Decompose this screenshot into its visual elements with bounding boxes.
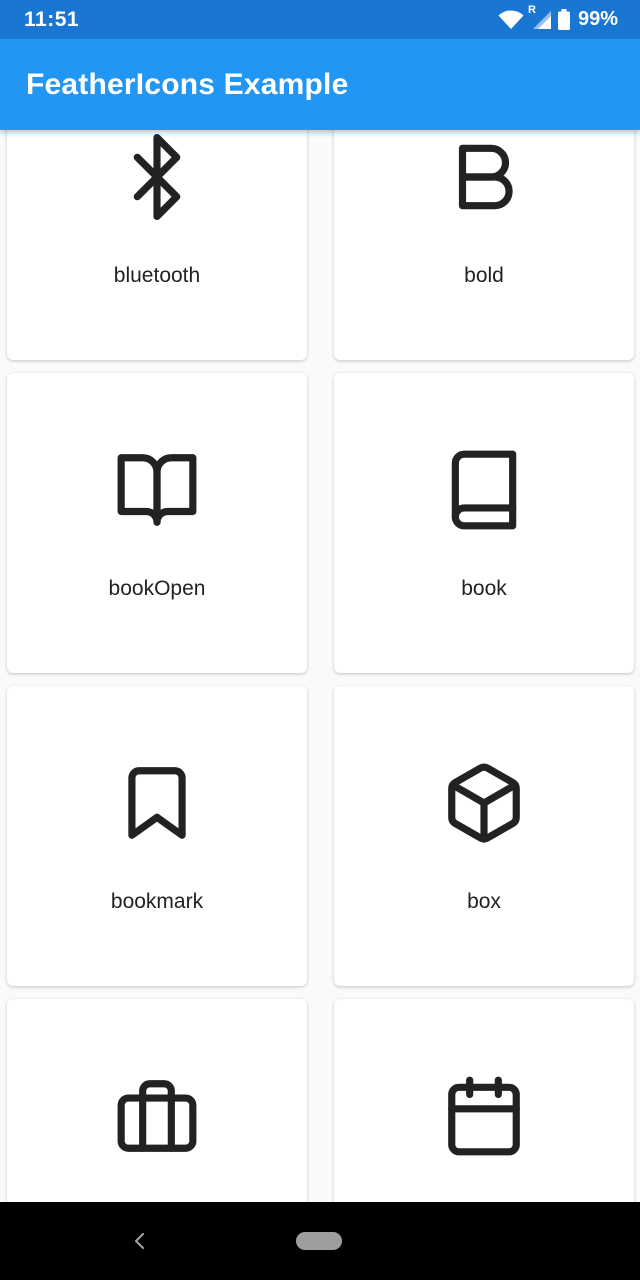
box-icon bbox=[448, 763, 520, 843]
app-title: FeatherIcons Example bbox=[26, 67, 349, 101]
battery-icon bbox=[557, 9, 570, 30]
book-open-icon bbox=[117, 454, 197, 526]
icon-card-calendar[interactable] bbox=[334, 999, 634, 1202]
icon-card-box[interactable]: box bbox=[334, 686, 634, 986]
status-bar: 11:51 R 99% bbox=[0, 0, 640, 39]
status-indicators: R 99% bbox=[498, 4, 618, 31]
icon-card-label: bookmark bbox=[110, 890, 204, 913]
bluetooth-icon bbox=[133, 134, 181, 220]
cell-signal-icon: R bbox=[528, 4, 552, 30]
icon-card-bluetooth[interactable]: bluetooth bbox=[7, 130, 307, 360]
home-pill[interactable] bbox=[296, 1232, 342, 1250]
icon-card-label: box bbox=[467, 890, 501, 913]
icon-card-book-open[interactable]: bookOpen bbox=[7, 373, 307, 673]
navigation-bar bbox=[0, 1202, 640, 1280]
icon-card-briefcase[interactable] bbox=[7, 999, 307, 1202]
icon-card-label: book bbox=[461, 577, 507, 600]
book-icon bbox=[451, 450, 517, 530]
battery-percent: 99% bbox=[577, 8, 618, 30]
icon-grid-viewport[interactable]: bluetooth bold bookOpen book bookmark bo… bbox=[0, 130, 640, 1202]
back-icon[interactable] bbox=[128, 1229, 150, 1253]
icon-card-label: bluetooth bbox=[113, 264, 201, 287]
wifi-icon bbox=[498, 9, 524, 29]
app-bar: FeatherIcons Example bbox=[0, 39, 640, 130]
icon-grid: bluetooth bold bookOpen book bookmark bo… bbox=[7, 130, 634, 1202]
icon-card-book[interactable]: book bbox=[334, 373, 634, 673]
bookmark-icon bbox=[128, 767, 186, 839]
calendar-icon bbox=[448, 1076, 520, 1156]
briefcase-icon bbox=[117, 1080, 197, 1152]
status-time: 11:51 bbox=[24, 7, 80, 31]
icon-card-bold[interactable]: bold bbox=[334, 130, 634, 360]
icon-card-label: bookOpen bbox=[108, 577, 206, 600]
icon-card-label: bold bbox=[464, 264, 504, 287]
icon-card-bookmark[interactable]: bookmark bbox=[7, 686, 307, 986]
network-badge: R bbox=[527, 3, 536, 16]
bold-icon bbox=[458, 144, 513, 210]
